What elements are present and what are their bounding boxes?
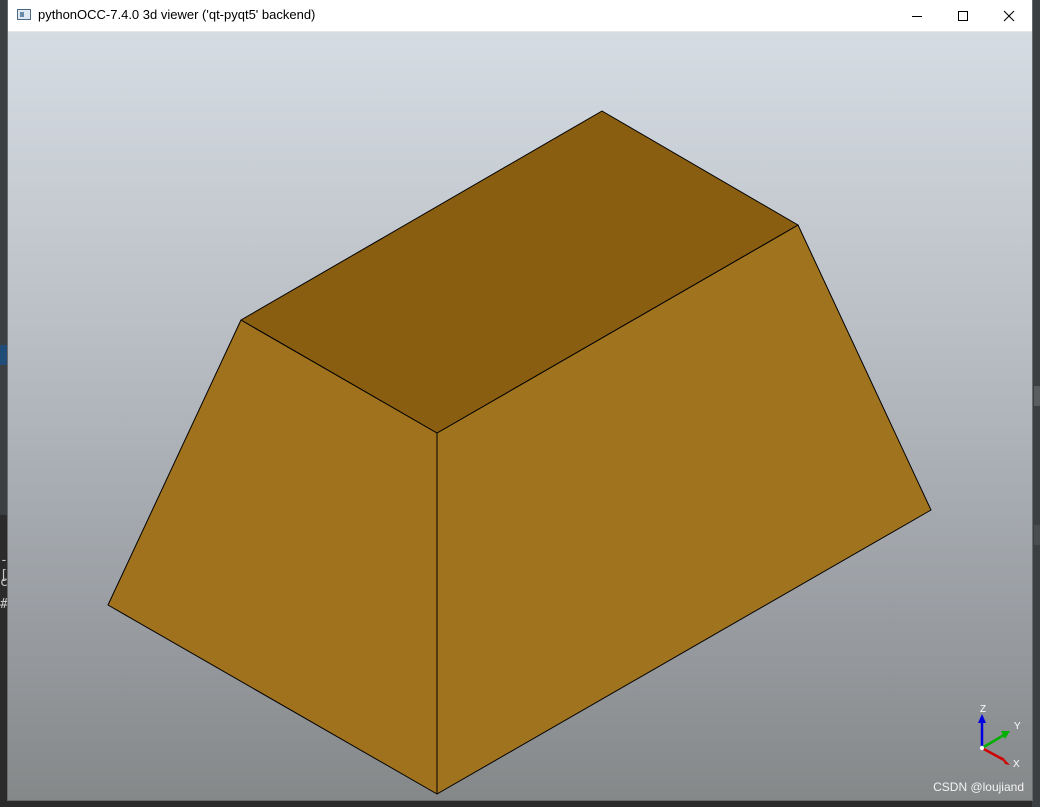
watermark: CSDN @loujiand — [933, 780, 1024, 794]
minimize-icon — [912, 15, 922, 17]
x-axis-label: X — [1013, 759, 1020, 770]
viewer-window: pythonOCC-7.4.0 3d viewer ('qt-pyqt5' ba… — [8, 0, 1032, 800]
maximize-icon — [958, 10, 968, 21]
z-axis-arrowhead — [978, 714, 986, 723]
y-axis-label: Y — [1014, 721, 1021, 732]
y-axis — [981, 733, 1005, 750]
close-button[interactable] — [986, 0, 1032, 31]
view-triad: Z Y X — [978, 704, 1021, 770]
triad-origin — [979, 745, 985, 751]
app-window-icon[interactable] — [17, 9, 31, 20]
background-terminal-text: # — [0, 597, 8, 612]
close-icon — [1003, 10, 1015, 21]
background-ide-panel — [0, 365, 8, 515]
window-title: pythonOCC-7.4.0 3d viewer ('qt-pyqt5' ba… — [38, 7, 316, 22]
z-axis-label: Z — [980, 704, 986, 715]
background-scroll-marker — [1034, 386, 1040, 406]
title-bar[interactable]: pythonOCC-7.4.0 3d viewer ('qt-pyqt5' ba… — [8, 0, 1032, 32]
minimize-button[interactable] — [894, 0, 940, 31]
background-scroll-marker — [1034, 525, 1040, 545]
background-ide-selection — [0, 345, 8, 365]
background-ide-panel — [0, 0, 8, 345]
3d-scene[interactable]: Z Y X — [8, 32, 1032, 800]
maximize-button[interactable] — [940, 0, 986, 31]
3d-viewport[interactable]: Z Y X CSDN @loujiand — [8, 32, 1032, 800]
x-axis — [981, 746, 1005, 762]
background-terminal-text: c — [0, 575, 8, 590]
